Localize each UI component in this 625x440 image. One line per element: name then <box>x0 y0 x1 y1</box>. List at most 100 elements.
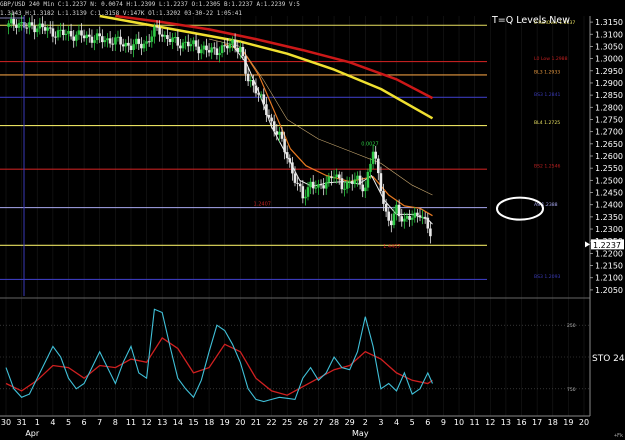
time-tick-label: 12 <box>485 418 495 427</box>
candle-body <box>150 36 154 42</box>
time-tick-label: 27 <box>313 418 323 427</box>
time-tick-label: 7 <box>97 418 102 427</box>
price-levels: 0 RollOver 1.3137L0 Low 1.2988BL3 1.2933… <box>0 20 575 280</box>
time-tick-label: 21 <box>251 418 261 427</box>
candle-body <box>306 187 310 197</box>
candle-body <box>405 215 409 219</box>
candle-body <box>236 47 239 53</box>
candle-body <box>239 47 242 53</box>
candle-body <box>361 184 364 192</box>
level-label: L0 Low 1.2988 <box>534 56 568 62</box>
candle-body <box>137 38 141 44</box>
candle-body <box>142 43 146 49</box>
candle-body <box>353 179 357 184</box>
time-tick-label: 19 <box>563 418 573 427</box>
candle-body <box>218 53 221 56</box>
candle-body <box>129 45 133 50</box>
corner-label: +Fk <box>613 433 623 439</box>
candle-body <box>280 131 284 139</box>
chart-canvas: 0 RollOver 1.3137L0 Low 1.2988BL3 1.2933… <box>0 11 624 438</box>
candle-body <box>382 191 385 204</box>
time-tick-label: 6 <box>425 418 430 427</box>
price-tick-label: 1.3100 <box>595 30 623 39</box>
time-tick-label: 9 <box>441 418 446 427</box>
candle-body <box>270 117 273 122</box>
candle-body <box>121 44 125 47</box>
candle-body <box>17 23 21 28</box>
candle-body <box>374 151 377 159</box>
candle-body <box>298 183 302 187</box>
candle-body <box>20 22 23 24</box>
candle-body <box>220 45 224 53</box>
price-tick-label: 1.2550 <box>595 164 623 173</box>
price-tick-label: 1.2900 <box>595 79 623 88</box>
candle-body <box>163 35 167 37</box>
candle-body <box>98 33 101 37</box>
candle-body <box>416 212 419 216</box>
candle-body <box>114 37 117 45</box>
candlesticks: 0.0027 1.2407 1.4407 <box>7 11 432 250</box>
candle-body <box>327 176 331 183</box>
candle-body <box>134 38 138 45</box>
price-tick-label: 1.3150 <box>595 18 623 27</box>
candle-body <box>101 36 104 43</box>
candle-body <box>158 27 161 35</box>
secondary-header-line: 1.3143 H:1.3182 L:1.3139 C:1.3158 V:147K… <box>0 10 243 17</box>
candle-body <box>12 18 16 25</box>
candle-body <box>314 187 318 189</box>
price-tick-label: 1.2150 <box>595 262 623 271</box>
moving-average-line <box>209 38 433 196</box>
time-tick-label: 3 <box>378 418 383 427</box>
moving-average-line <box>232 44 433 225</box>
candle-body <box>246 73 250 82</box>
time-tick-label: 30 <box>1 418 11 427</box>
price-tick-label: 1.3000 <box>595 55 623 64</box>
candle-body <box>231 39 234 44</box>
price-tick-label: 1.2100 <box>595 274 623 283</box>
price-tick-label: 1.2400 <box>595 201 623 210</box>
time-tick-label: 22 <box>266 418 276 427</box>
candle-body <box>145 41 148 44</box>
price-tick-label: 1.2950 <box>595 67 623 76</box>
candle-body <box>257 93 260 95</box>
candle-body <box>309 181 312 188</box>
price-tick-label: 1.2850 <box>595 91 623 100</box>
time-tick-label: 16 <box>516 418 526 427</box>
candle-body <box>272 121 276 132</box>
gridlines <box>5 16 585 416</box>
price-tick-label: 1.2450 <box>595 189 623 198</box>
candle-body <box>51 28 55 37</box>
time-tick-label: 4 <box>394 418 399 427</box>
time-tick-label: 2 <box>363 418 368 427</box>
candle-body <box>7 23 10 27</box>
candle-body <box>168 39 172 42</box>
candle-body <box>356 175 359 180</box>
time-tick-label: 28 <box>329 418 339 427</box>
price-tick-label: 1.3050 <box>595 42 623 51</box>
candle-body <box>184 41 187 43</box>
last-price-label: 1.2237 <box>593 241 621 250</box>
candle-body <box>93 40 96 43</box>
candle-body <box>340 178 344 190</box>
candle-body <box>103 40 107 43</box>
candle-body <box>421 216 424 218</box>
time-tick-label: 10 <box>454 418 464 427</box>
candle-body <box>228 43 232 49</box>
candle-body <box>403 218 406 222</box>
candle-body <box>377 158 380 174</box>
candle-body <box>265 104 268 115</box>
chart-title: T=Q Levels New <box>492 15 571 26</box>
candle-body <box>85 34 88 39</box>
time-tick-label: 11 <box>126 418 136 427</box>
candle-body <box>69 31 73 37</box>
symbol-header-line: GBP/USD 240 Min C:1.2237 N: 0.0074 H:1.2… <box>0 1 300 8</box>
candle-body <box>324 182 328 189</box>
candle-body <box>330 176 333 179</box>
candle-body <box>429 228 432 237</box>
candle-body <box>332 177 336 179</box>
candle-body <box>213 47 216 49</box>
candle-body <box>392 213 396 226</box>
candle-body <box>267 115 271 118</box>
axes: 1.3150 1.3100 1.3050 1.3000 1.2950 1.2900 1.28… <box>0 16 624 438</box>
candle-body <box>33 25 36 33</box>
